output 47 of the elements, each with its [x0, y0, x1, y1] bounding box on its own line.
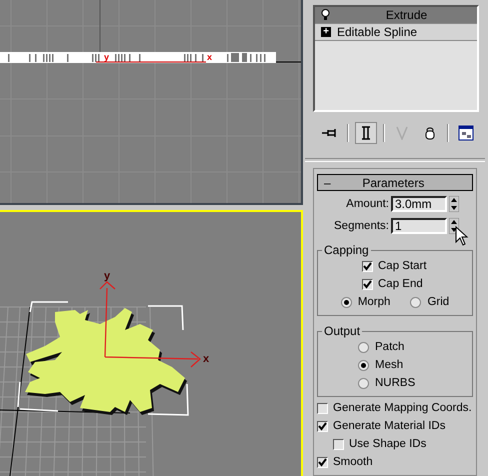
fork-icon	[396, 126, 408, 140]
viewport[interactable]: y x	[0, 210, 303, 476]
checkbox-label: Cap End	[378, 278, 423, 290]
checkbox[interactable]	[317, 456, 328, 468]
checkbox[interactable]	[317, 420, 328, 432]
checkbox-label: Smooth	[333, 456, 373, 468]
radio-label: Mesh	[375, 359, 404, 371]
checkbox[interactable]	[362, 260, 373, 272]
radio-button[interactable]	[358, 360, 369, 370]
radio-label: Grid	[427, 296, 450, 308]
checkbox[interactable]	[317, 402, 328, 414]
checkbox-label: Use Shape IDs	[349, 438, 426, 450]
axis-label: y	[104, 52, 110, 62]
checkbox-label: Cap Start	[378, 260, 427, 272]
group-title: Capping	[323, 243, 370, 257]
configure-icon	[458, 125, 474, 142]
spinner-field[interactable]: 1	[391, 218, 447, 234]
modifier-item[interactable]: + Editable Spline	[315, 24, 477, 41]
checkbox-label: Generate Mapping Coords.	[333, 402, 472, 414]
group-title: Output	[323, 324, 362, 338]
radio-label: Patch	[375, 341, 404, 353]
axis-label: y	[104, 270, 110, 282]
bulb-icon	[321, 9, 330, 21]
modifier-item[interactable]: Extrude	[315, 7, 477, 24]
expand-toggle[interactable]: +	[321, 27, 331, 37]
radio-label: NURBS	[375, 377, 416, 389]
pin-icon	[322, 128, 338, 138]
axis-label: x	[207, 52, 212, 62]
axis-label: x	[203, 353, 210, 365]
checkbox[interactable]	[333, 438, 344, 450]
radio-button[interactable]	[340, 296, 352, 308]
radio-label: Morph	[358, 296, 390, 308]
spinner-arrows-icon[interactable]	[449, 196, 459, 212]
radio-button[interactable]	[358, 378, 369, 388]
toolbar-button[interactable]	[355, 122, 377, 144]
spinner-label: Amount:	[346, 198, 389, 210]
viewport[interactable]: y x	[0, 0, 303, 205]
rollout-header[interactable]: – Parameters	[317, 174, 473, 191]
radio-button[interactable]	[410, 296, 422, 308]
bar-icon	[362, 126, 370, 140]
spinner-label: Segments:	[334, 220, 389, 232]
mouse-cursor-icon	[455, 226, 469, 246]
spinner-field[interactable]: 3.0mm	[391, 196, 447, 212]
checkbox[interactable]	[362, 278, 373, 290]
checkbox-label: Generate Material IDs	[333, 420, 446, 432]
radio-button[interactable]	[358, 342, 369, 352]
bin-icon	[425, 126, 435, 140]
